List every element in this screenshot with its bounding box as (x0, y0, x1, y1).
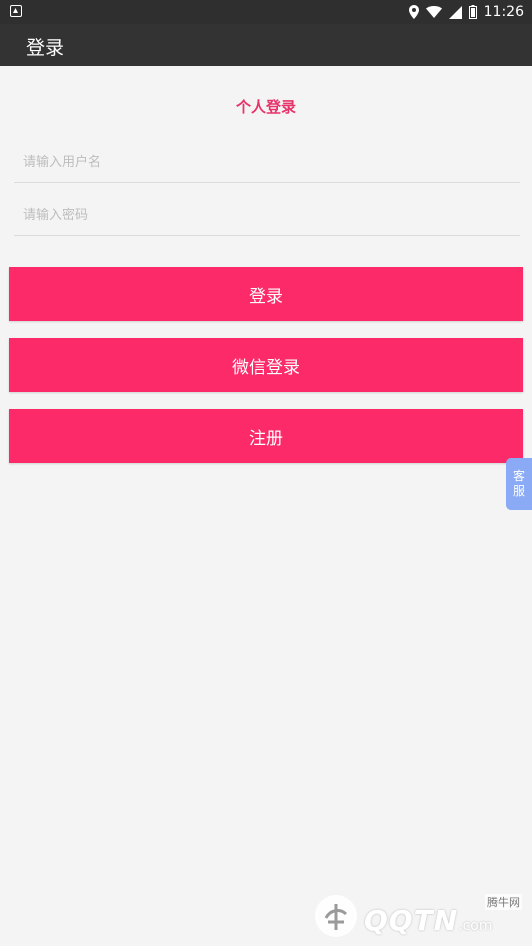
password-input[interactable] (14, 196, 520, 236)
username-input[interactable] (14, 143, 520, 183)
wechat-login-button[interactable]: 微信登录 (9, 338, 523, 392)
login-button[interactable]: 登录 (9, 267, 523, 321)
watermark-logo-icon (315, 895, 357, 937)
app-bar: 登录 (0, 24, 532, 66)
watermark-brand: QQTN.com (364, 904, 493, 937)
wifi-icon (425, 6, 442, 18)
register-button[interactable]: 注册 (9, 409, 523, 463)
watermark-cn-name: 腾牛网 (485, 894, 522, 910)
signal-icon (448, 5, 462, 19)
customer-service-tab[interactable]: 客 服 (506, 458, 532, 510)
notification-icon (10, 5, 22, 17)
status-icons: 11:26 (408, 2, 524, 22)
customer-service-label-2: 服 (512, 484, 525, 498)
status-bar: 11:26 (0, 0, 532, 24)
watermark: QQTN.com 腾牛网 (312, 892, 522, 940)
customer-service-label-1: 客 (512, 469, 525, 483)
battery-icon (468, 5, 477, 19)
section-title: 个人登录 (235, 98, 296, 116)
app-title: 登录 (26, 37, 65, 59)
status-time: 11:26 (483, 4, 524, 20)
location-icon (408, 5, 419, 19)
